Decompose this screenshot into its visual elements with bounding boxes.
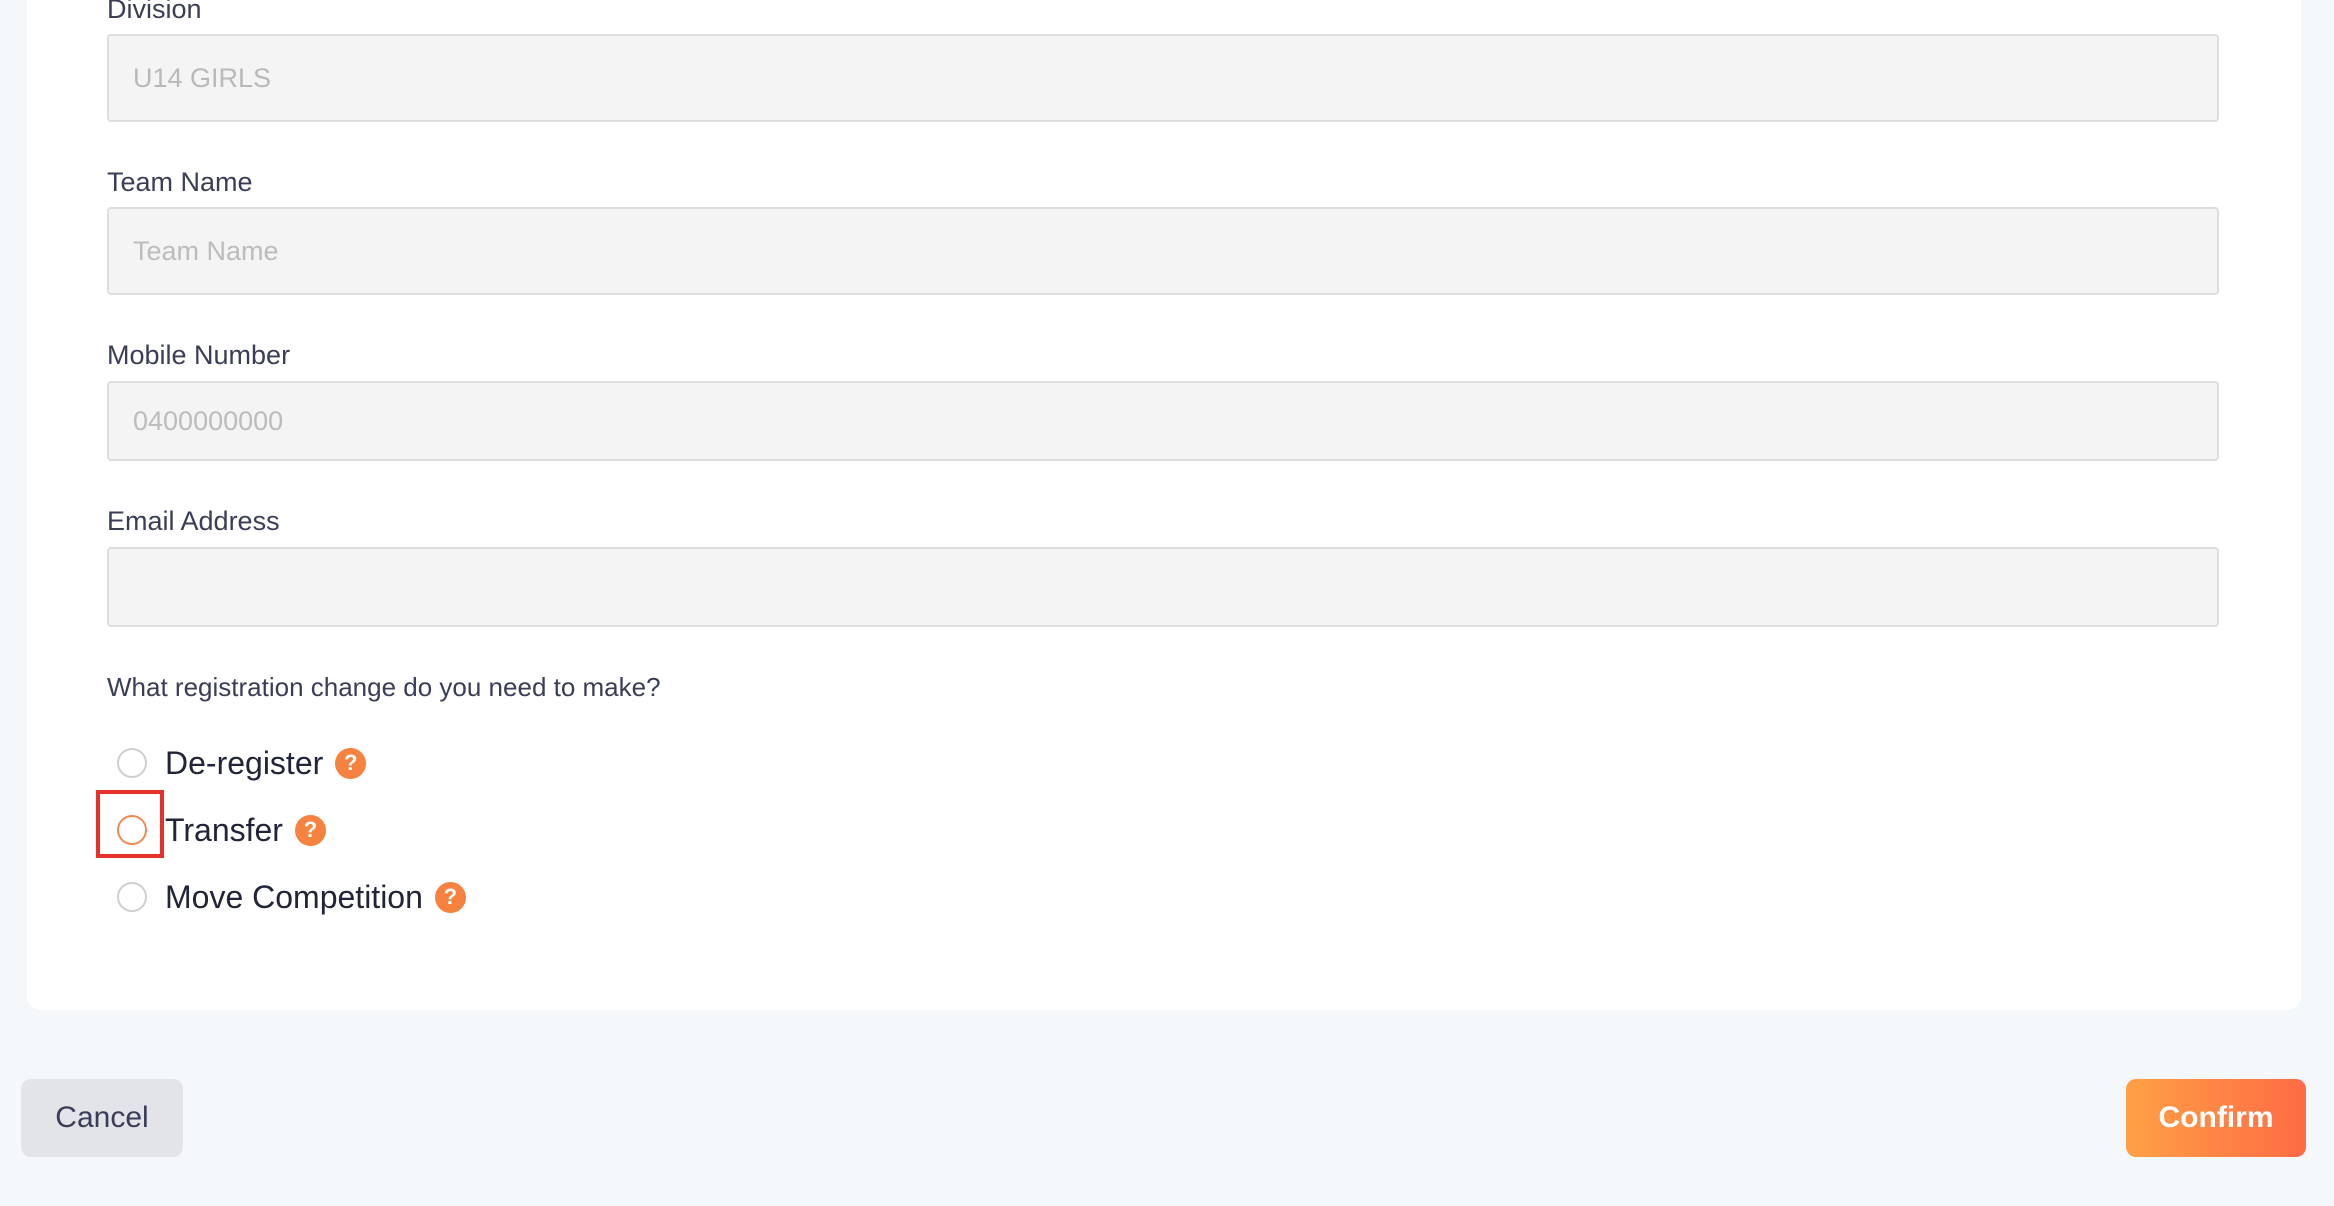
registration-change-question: What registration change do you need to … — [107, 672, 661, 702]
cancel-button[interactable]: Cancel — [21, 1079, 183, 1157]
radio-transfer[interactable] — [117, 815, 147, 845]
division-field[interactable] — [107, 34, 2219, 122]
help-icon[interactable]: ? — [434, 881, 466, 913]
form-card — [27, 0, 2301, 1010]
email-address-input[interactable] — [109, 549, 2217, 625]
division-input[interactable] — [109, 36, 2217, 120]
email-address-field[interactable] — [107, 547, 2219, 627]
mobile-number-input[interactable] — [109, 383, 2217, 459]
email-address-label: Email Address — [107, 506, 280, 536]
option-transfer[interactable]: Transfer ? — [117, 810, 326, 850]
option-label: Transfer — [165, 811, 283, 848]
mobile-number-label: Mobile Number — [107, 340, 291, 370]
team-name-field[interactable] — [107, 207, 2219, 295]
radio-move-competition[interactable] — [117, 882, 147, 912]
option-label: De-register — [165, 744, 324, 781]
mobile-number-field[interactable] — [107, 381, 2219, 461]
option-move-competition[interactable]: Move Competition ? — [117, 877, 466, 917]
division-label: Division — [107, 0, 202, 24]
help-icon[interactable]: ? — [294, 814, 326, 846]
option-label: Move Competition — [165, 878, 423, 915]
confirm-button[interactable]: Confirm — [2126, 1079, 2306, 1157]
option-de-register[interactable]: De-register ? — [117, 743, 367, 783]
team-name-input[interactable] — [109, 209, 2217, 293]
team-name-label: Team Name — [107, 167, 253, 197]
help-icon[interactable]: ? — [335, 747, 367, 779]
radio-de-register[interactable] — [117, 748, 147, 778]
